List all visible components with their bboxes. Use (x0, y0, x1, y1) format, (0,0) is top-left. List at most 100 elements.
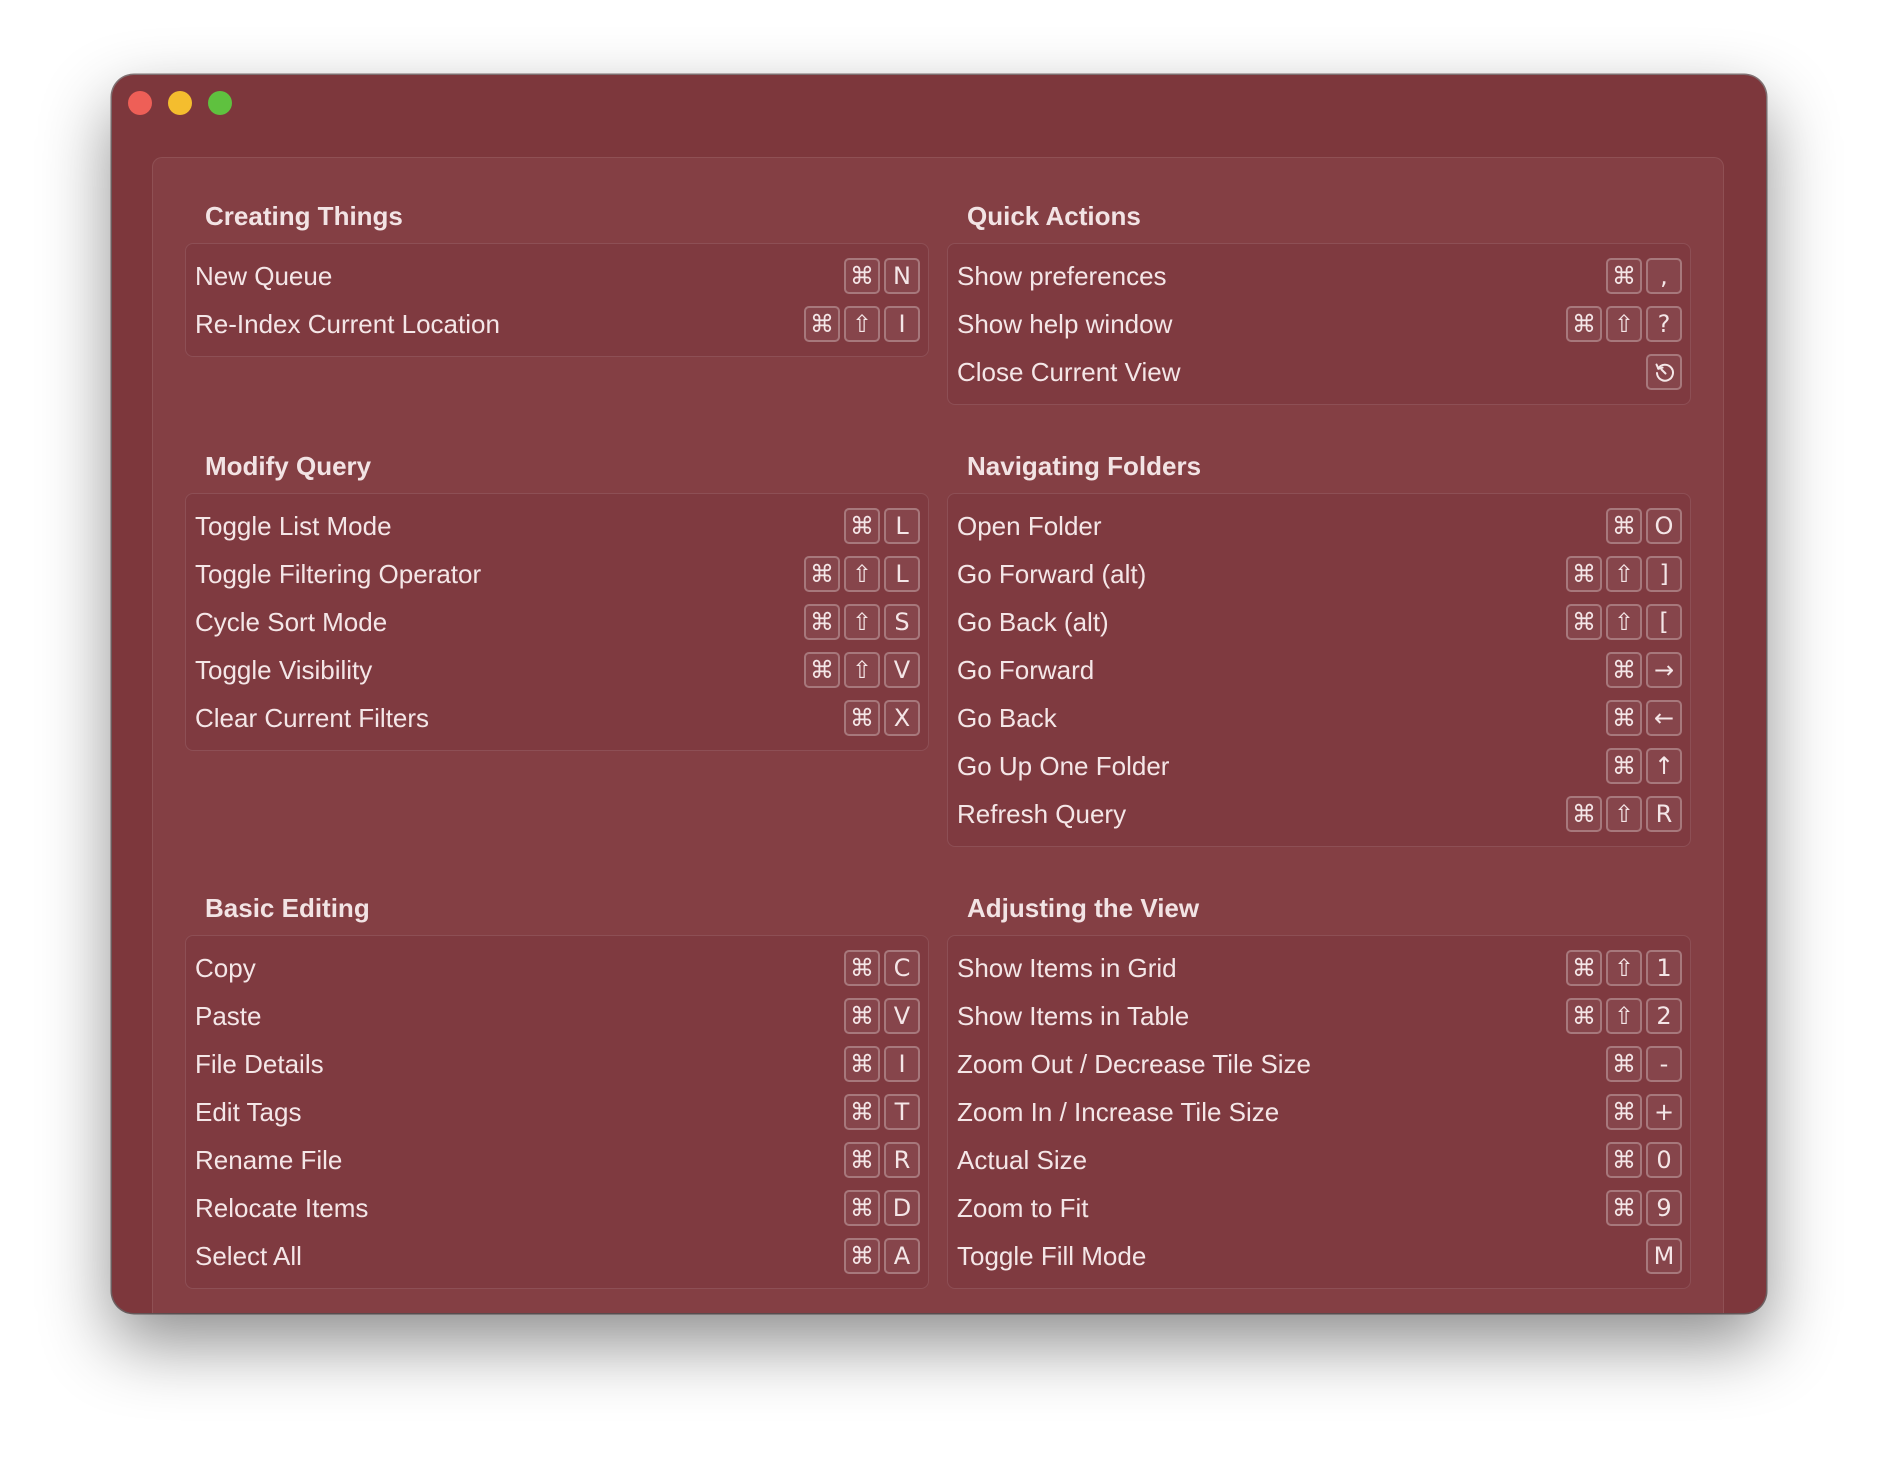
zoom-window-button[interactable] (208, 91, 232, 115)
shortcut-label: Close Current View (957, 356, 1181, 387)
shortcut-row: Relocate Items ⌘ D (186, 1184, 928, 1232)
key-combination: ⌘ N (844, 258, 920, 294)
command-key: ⌘ (844, 998, 880, 1034)
shortcut-row: Toggle Visibility ⌘ ⇧ V (186, 646, 928, 694)
command-key: ⌘ (804, 652, 840, 688)
command-key: ⌘ (804, 604, 840, 640)
shortcut-row: Go Back (alt) ⌘ ⇧[ (948, 598, 1690, 646)
key-combination: ⌘ C (844, 950, 920, 986)
shortcut-row: Re-Index Current Location ⌘ ⇧ I (186, 300, 928, 348)
shortcut-row: Show preferences ⌘, (948, 252, 1690, 300)
key-combination: ⌘ ⇧ S (804, 604, 920, 640)
shortcut-label: Toggle List Mode (195, 510, 392, 541)
shortcut-row: Select All ⌘ A (186, 1232, 928, 1280)
key-combination: ⌘ I (844, 1046, 920, 1082)
shortcut-row: Copy ⌘ C (186, 944, 928, 992)
command-key: ⌘ (1606, 1046, 1642, 1082)
shortcut-group: Show preferences ⌘, Show help window ⌘ ⇧? Clo… (947, 243, 1691, 405)
key-combination: ⌘ 9 (1606, 1190, 1682, 1226)
shortcut-row: Show Items in Grid ⌘ ⇧ 1 (948, 944, 1690, 992)
key-combination: ⌘ R (844, 1142, 920, 1178)
shortcut-row: Show help window ⌘ ⇧? (948, 300, 1690, 348)
command-key: ⌘ (844, 1094, 880, 1130)
shortcut-group: Copy ⌘ C Paste ⌘ V File Details ⌘ I Edit Tags ⌘ T Re… (185, 935, 929, 1289)
minus-key: - (1646, 1046, 1682, 1082)
command-key: ⌘ (1566, 604, 1602, 640)
key-r: R (884, 1142, 920, 1178)
key-n: N (884, 258, 920, 294)
command-key: ⌘ (1566, 998, 1602, 1034)
key-combination: ⌘ ⇧ 1 (1566, 950, 1682, 986)
shortcut-label: Cycle Sort Mode (195, 606, 388, 637)
key-d: D (884, 1190, 920, 1226)
escape-icon (1655, 363, 1674, 382)
command-key: ⌘ (1566, 796, 1602, 832)
command-key: ⌘ (1566, 306, 1602, 342)
command-key: ⌘ (844, 1238, 880, 1274)
left-arrow-key: ← (1646, 700, 1682, 736)
right-arrow-key: → (1646, 652, 1682, 688)
key-combination: ⌘ → (1606, 652, 1682, 688)
key-combination: ⌘ O (1606, 508, 1682, 544)
shift-key: ⇧ (1606, 604, 1642, 640)
shortcut-label: Go Back (alt) (957, 606, 1109, 637)
shortcut-group: Open Folder ⌘ O Go Forward (alt) ⌘ ⇧] Go Back … (947, 493, 1691, 847)
shortcut-row: Actual Size ⌘ 0 (948, 1136, 1690, 1184)
shortcut-label: Go Forward (957, 654, 1095, 685)
shortcut-label: Select All (195, 1240, 302, 1271)
shift-key: ⇧ (1606, 950, 1642, 986)
command-key: ⌘ (1606, 1094, 1642, 1130)
command-key: ⌘ (844, 950, 880, 986)
key-combination: ⌘ 0 (1606, 1142, 1682, 1178)
shortcut-group: Toggle List Mode ⌘ L Toggle Filtering Opera… (185, 493, 929, 751)
section-title: Creating Things (205, 201, 403, 231)
key-v: V (884, 998, 920, 1034)
close-window-button[interactable] (128, 91, 152, 115)
key-2: 2 (1646, 998, 1682, 1034)
command-key: ⌘ (1606, 748, 1642, 784)
key-combination: ⌘ T (844, 1094, 920, 1130)
shortcut-label: Copy (195, 952, 256, 983)
shift-key: ⇧ (1606, 796, 1642, 832)
key-combination: ⌘ ← (1606, 700, 1682, 736)
key-v: V (884, 652, 920, 688)
shortcuts-panel: Creating Things New Queue ⌘ N Re-Index Curr… (152, 157, 1724, 1313)
shortcuts-window: Creating Things New Queue ⌘ N Re-Index Curr… (112, 75, 1766, 1313)
shortcut-row: Refresh Query ⌘ ⇧ R (948, 790, 1690, 838)
key-m: M (1646, 1238, 1682, 1274)
question-key: ? (1646, 306, 1682, 342)
shortcut-row: Toggle Fill Mode M (948, 1232, 1690, 1280)
command-key: ⌘ (844, 1142, 880, 1178)
minimize-window-button[interactable] (168, 91, 192, 115)
key-combination (1646, 354, 1682, 390)
section-title: Navigating Folders (967, 451, 1202, 481)
shortcut-label: Zoom to Fit (957, 1192, 1089, 1223)
shift-key: ⇧ (844, 306, 880, 342)
shortcut-label: Show preferences (957, 260, 1167, 291)
shift-key: ⇧ (1606, 306, 1642, 342)
shortcut-row: New Queue ⌘ N (186, 252, 928, 300)
shortcut-row: Close Current View (948, 348, 1690, 396)
key-combination: ⌘ ⇧? (1566, 306, 1682, 342)
shortcut-row: Go Back ⌘ ← (948, 694, 1690, 742)
command-key: ⌘ (1606, 652, 1642, 688)
shift-key: ⇧ (1606, 998, 1642, 1034)
shortcut-row: Zoom Out / Decrease Tile Size ⌘ - (948, 1040, 1690, 1088)
shortcut-row: Show Items in Table ⌘ ⇧ 2 (948, 992, 1690, 1040)
key-combination: ⌘, (1606, 258, 1682, 294)
shortcut-label: Zoom Out / Decrease Tile Size (957, 1048, 1312, 1079)
command-key: ⌘ (1606, 258, 1642, 294)
shortcut-row: Open Folder ⌘ O (948, 502, 1690, 550)
key-1: 1 (1646, 950, 1682, 986)
comma-key: , (1646, 258, 1682, 294)
up-arrow-key: ↑ (1646, 748, 1682, 784)
command-key: ⌘ (804, 306, 840, 342)
shortcut-label: Open Folder (957, 510, 1102, 541)
command-key: ⌘ (1606, 508, 1642, 544)
shortcut-label: Go Back (957, 702, 1057, 733)
shortcut-row: Toggle List Mode ⌘ L (186, 502, 928, 550)
key-l: L (884, 556, 920, 592)
key-l: L (884, 508, 920, 544)
shortcut-label: Toggle Filtering Operator (195, 558, 482, 589)
plus-key: + (1646, 1094, 1682, 1130)
